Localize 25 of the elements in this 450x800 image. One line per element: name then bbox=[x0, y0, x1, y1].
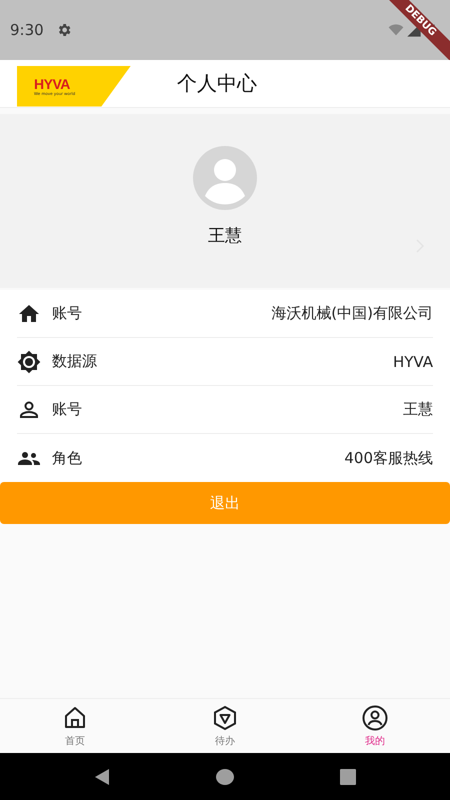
profile-icon bbox=[362, 704, 388, 730]
home-icon bbox=[62, 704, 88, 730]
brightness-icon bbox=[17, 350, 41, 374]
row-label: 账号 bbox=[52, 304, 82, 323]
row-value: HYVA bbox=[392, 352, 433, 370]
status-time: 9:30 bbox=[10, 21, 44, 39]
row-value: 400客服热线 bbox=[344, 448, 433, 468]
hexagon-icon bbox=[212, 704, 238, 730]
user-name: 王慧 bbox=[208, 224, 242, 246]
nav-tab[interactable]: 待办 bbox=[150, 699, 300, 753]
logout-button[interactable]: 退出 bbox=[0, 482, 450, 524]
nav-tab[interactable]: 首页 bbox=[0, 699, 150, 753]
page-title: 个人中心 bbox=[177, 70, 257, 97]
back-icon[interactable] bbox=[92, 768, 111, 786]
wifi-icon bbox=[388, 22, 404, 38]
home-button-icon[interactable] bbox=[216, 768, 234, 786]
row-label: 数据源 bbox=[52, 352, 97, 371]
avatar-icon bbox=[193, 146, 257, 210]
recents-icon[interactable] bbox=[339, 768, 358, 786]
row-label: 账号 bbox=[52, 400, 82, 419]
row-label: 角色 bbox=[52, 448, 82, 468]
row-value: 王慧 bbox=[403, 400, 433, 419]
row-value: 海沃机械(中国)有限公司 bbox=[271, 304, 433, 323]
logo-text: HYVA bbox=[34, 76, 71, 90]
nav-tab[interactable]: 我的 bbox=[300, 699, 450, 753]
